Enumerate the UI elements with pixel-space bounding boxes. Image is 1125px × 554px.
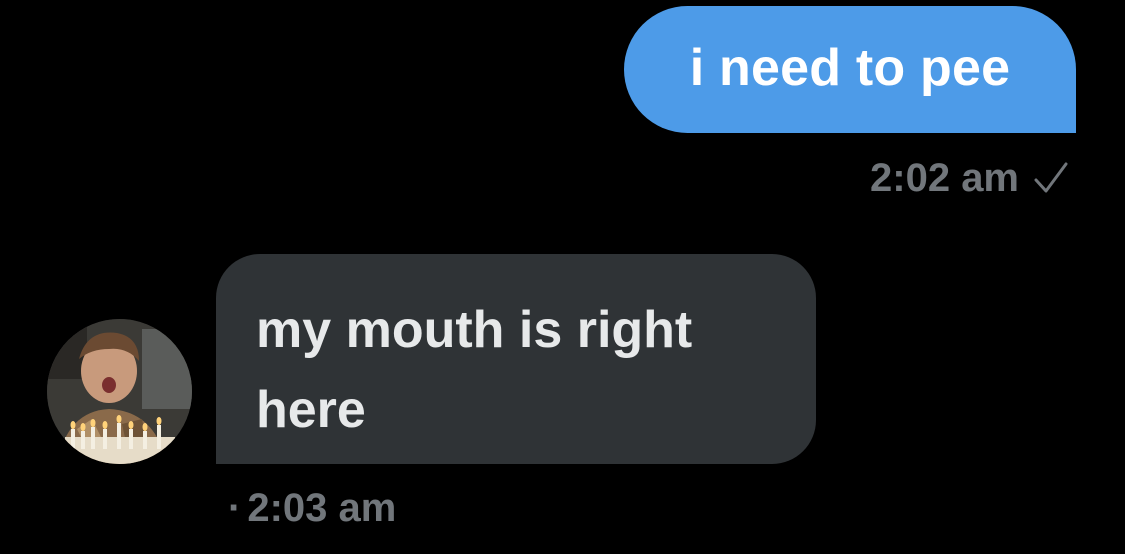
incoming-message-bubble[interactable]: my mouth is right here (216, 254, 816, 464)
incoming-message-text: my mouth is right here (256, 301, 693, 439)
incoming-message-time: 2:03 am (247, 486, 397, 530)
outgoing-message-time: 2:02 am (870, 156, 1019, 200)
outgoing-message-meta: 2:02 am (870, 158, 1071, 198)
outgoing-message-bubble[interactable]: i need to pee (624, 6, 1076, 133)
checkmark-icon (1034, 162, 1068, 193)
avatar-photo-icon (47, 319, 192, 464)
outgoing-message-text: i need to pee (689, 38, 1011, 97)
incoming-message-meta: · 2:03 am (228, 488, 396, 528)
timestamp-separator: · (228, 486, 242, 530)
avatar[interactable] (47, 319, 192, 464)
dm-thread: i need to pee 2:02 am my mouth is right … (0, 0, 1125, 554)
